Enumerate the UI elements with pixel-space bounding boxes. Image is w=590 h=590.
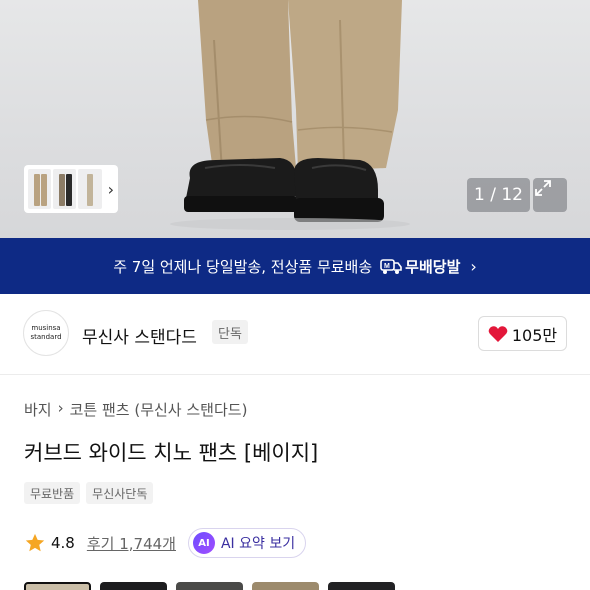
product-tags: 무료반품 무신사단독 [24, 482, 154, 504]
brand-logo-line2: standard [30, 333, 62, 341]
heart-icon [488, 325, 508, 342]
expand-button[interactable] [533, 178, 567, 212]
breadcrumb-item-subcategory[interactable]: 코튼 팬츠 (무신사 스탠다드) [70, 399, 248, 420]
thumbnail-2[interactable] [53, 169, 77, 209]
chevron-right-icon: › [470, 256, 477, 276]
like-count: 105만 [511, 325, 558, 345]
rating-value: 4.8 [51, 534, 75, 552]
variant-thumbnail[interactable] [328, 582, 395, 590]
breadcrumb: 바지 › 코튼 팬츠 (무신사 스탠다드) [24, 399, 247, 420]
variant-thumbnail[interactable] [252, 582, 319, 590]
brand-row: musinsa standard 무신사 스탠다드 단독 105만 [0, 294, 590, 374]
brand-name-link[interactable]: 무신사 스탠다드 [82, 323, 197, 348]
ai-icon: AI [192, 532, 215, 554]
product-image-carousel[interactable]: › 1 / 12 [0, 0, 590, 238]
tag-free-return: 무료반품 [24, 482, 81, 504]
exclusive-badge: 단독 [212, 320, 248, 344]
rating-row: 4.8 후기 1,744개 AI AI 요약 보기 [24, 528, 307, 558]
truck-icon: M [380, 257, 402, 275]
product-title: 커브드 와이드 치노 팬츠 [베이지] [24, 441, 319, 465]
thumbnail-strip[interactable]: › [24, 165, 118, 213]
svg-text:M: M [384, 263, 390, 270]
brand-logo-line1: musinsa [31, 324, 61, 332]
variant-thumbnail[interactable] [176, 582, 243, 590]
delivery-banner[interactable]: 주 7일 언제나 당일발송, 전상품 무료배송 M 무배당발 › [0, 238, 590, 294]
ai-summary-label: AI 요약 보기 [220, 536, 296, 552]
banner-brand: 무배당발 [405, 257, 461, 276]
image-counter: 1 / 12 [467, 178, 530, 212]
review-link[interactable]: 후기 1,744개 [87, 533, 176, 554]
variant-thumbnail[interactable] [24, 582, 91, 590]
expand-icon [535, 180, 551, 196]
breadcrumb-item-category[interactable]: 바지 [24, 399, 52, 420]
like-button[interactable]: 105만 [478, 316, 567, 351]
chevron-right-icon: › [57, 399, 64, 417]
tag-exclusive: 무신사단독 [86, 482, 154, 504]
banner-text: 주 7일 언제나 당일발송, 전상품 무료배송 [113, 257, 373, 276]
section-divider [0, 374, 590, 375]
color-variant-list [24, 582, 395, 590]
variant-thumbnail[interactable] [100, 582, 167, 590]
thumbnail-1[interactable] [28, 169, 52, 209]
star-icon [24, 532, 46, 554]
ai-summary-button[interactable]: AI AI 요약 보기 [187, 528, 307, 558]
chevron-right-icon[interactable]: › [108, 180, 114, 199]
thumbnail-3[interactable] [78, 169, 102, 209]
brand-logo[interactable]: musinsa standard [23, 310, 69, 356]
